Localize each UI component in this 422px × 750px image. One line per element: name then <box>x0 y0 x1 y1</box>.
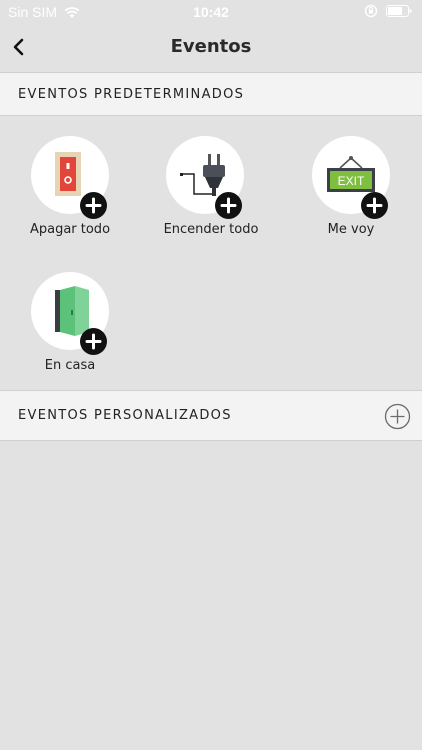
orientation-lock-icon <box>364 4 378 18</box>
add-badge-icon[interactable] <box>215 192 242 219</box>
add-circle-icon[interactable] <box>384 403 411 430</box>
preset-events-header: EVENTOS PREDETERMINADOS <box>0 72 422 116</box>
status-time: 10:42 <box>193 4 229 20</box>
status-bar: Sin SIM 10:42 <box>0 0 422 24</box>
battery-icon <box>386 5 412 17</box>
event-label: Encender todo <box>163 222 259 237</box>
page-title: Eventos <box>170 36 252 57</box>
custom-events-header: EVENTOS PERSONALIZADOS <box>0 390 422 441</box>
add-badge-icon[interactable] <box>361 192 388 219</box>
event-label: En casa <box>44 358 96 373</box>
add-badge-icon[interactable] <box>80 328 107 355</box>
nav-bar: Eventos <box>0 24 422 70</box>
event-label: Apagar todo <box>29 222 111 237</box>
event-label: Me voy <box>327 222 375 237</box>
custom-events-label: EVENTOS PERSONALIZADOS <box>18 408 232 423</box>
preset-events-label: EVENTOS PREDETERMINADOS <box>18 87 245 102</box>
exit-sign-text: EXIT <box>338 174 365 188</box>
add-badge-icon[interactable] <box>80 192 107 219</box>
status-right <box>364 4 412 18</box>
